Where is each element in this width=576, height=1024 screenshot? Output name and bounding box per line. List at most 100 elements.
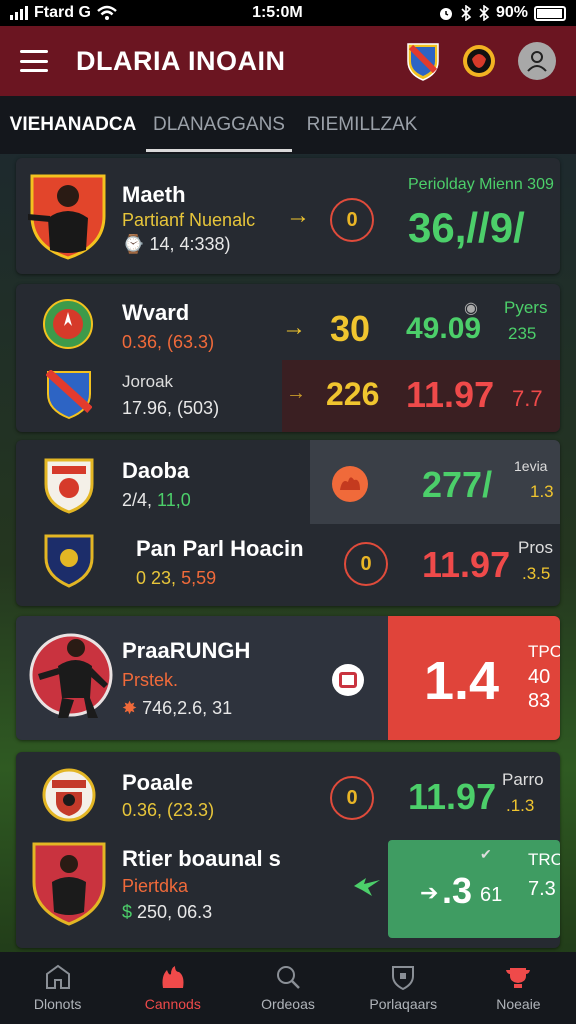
match-row[interactable]: Wvard 0.36, (63.3) → 30 49.09 ◉ Pyers 23… [16,284,560,358]
team-crest-icon [46,370,92,420]
match-card-5[interactable]: Poaale 0.36, (23.3) 0 11.97 Parro .1.3 R… [16,752,560,948]
bluetooth-icon [461,5,472,21]
bottom-nav: Dlonots Cannods Ordeoas Porlaqaars Noeai… [0,952,576,1024]
match-row[interactable]: Pan Parl Hoacin 0 23, 5,59 0 11.97 Pros … [16,524,560,606]
team-odds: 0 23, 5,59 [136,568,216,589]
home-icon [45,964,70,989]
nav-label: Cannods [144,996,201,1012]
nav-label: Porlaqaars [369,996,438,1012]
team-subtitle: Piertdka [122,876,189,896]
odds-left[interactable]: 30 [330,308,370,350]
nav-label: Noeaie [496,996,541,1012]
team-crest-icon [44,458,94,514]
match-card-2[interactable]: Wvard 0.36, (63.3) → 30 49.09 ◉ Pyers 23… [16,284,560,432]
score-badge[interactable]: 0 [330,198,374,242]
app-title: DLARIA INOAIN [76,45,286,76]
opponent-crest-icon[interactable] [462,41,496,81]
odds-b: 5,59 [181,568,217,588]
odds-header: Periolday Mienn 309 [408,176,554,193]
team-name: Joroak [122,372,174,391]
odds-left[interactable]: 226 [326,376,379,413]
odds-a: 2/4, [122,490,153,510]
nav-item-noeaie[interactable]: Noeaie [461,952,576,1024]
profile-button[interactable] [518,42,556,80]
trophy-icon [506,968,531,988]
team-odds: 0.36, (63.3) [122,332,215,352]
odds-label: 1evia [514,458,548,474]
team-crest-icon [43,299,93,349]
nav-item-cannods[interactable]: Cannods [115,952,230,1024]
match-detail-value: 250, 06.3 [137,902,213,922]
nav-item-dlonots[interactable]: Dlonots [0,952,115,1024]
team-name: PraaRUNGH [122,638,251,663]
odds-small: 83 [528,690,551,712]
team-odds: 2/4, 11,0 [122,490,191,511]
match-row[interactable]: Poaale 0.36, (23.3) 0 11.97 Parro .1.3 [16,752,560,840]
player-badge-icon [28,174,106,260]
tab-bar: VIEHANADCA DLANAGGANS RIEMILLZAK [0,96,576,154]
odds-right[interactable]: 11.97 [406,374,494,416]
odds-small: 7.3 [528,878,556,900]
tab-dlanaggans[interactable]: DLANAGGANS [146,96,292,154]
match-row[interactable]: Daoba 2/4, 11,0 277/ 1evia 1.3 [16,440,560,524]
odds-label: TRO [528,850,560,869]
odds-small: .1.3 [506,796,535,815]
odds-value[interactable]: .3 [442,870,472,912]
vibrate-icon [479,5,490,21]
odds-value[interactable]: 11.97 [422,544,510,586]
shield-icon [392,966,415,990]
fire-icon [332,466,368,502]
odds-small: 40 [528,666,551,688]
battery-icon [533,5,566,21]
match-time: ⌚ 14, 4:338) [122,234,231,255]
match-detail-value: 746,2.6, 31 [142,698,233,718]
nav-item-ordeoas[interactable]: Ordeoas [230,952,345,1024]
team-subtitle: Prstek. [122,670,179,690]
tab-viehanadca[interactable]: VIEHANADCA [0,96,146,154]
match-time-value: 14, 4:338) [149,234,231,254]
eye-icon: ◉ [464,300,478,317]
odds-a: 0 23, [136,568,177,588]
app-bar: DLARIA INOAIN [0,26,576,96]
user-icon [527,51,547,72]
team-name: Pan Parl Hoacin [136,536,304,561]
odds-label: TPO [528,642,560,661]
team-subtitle: Partianf Nuenalc [122,210,256,230]
team-name: Maeth [122,182,186,207]
odds-value[interactable]: 11.97 [408,776,496,818]
match-card-1[interactable]: Maeth Partianf Nuenalc ⌚ 14, 4:338) → 0 … [16,158,560,274]
arrow-right-icon: → [286,382,306,404]
score-badge[interactable]: 0 [344,542,388,586]
arrow-right-icon: → [286,202,310,229]
club-crest-icon[interactable] [406,41,440,81]
match-detail: ✸ 746,2.6, 31 [122,698,232,719]
odds-value[interactable]: 1.4 [424,650,499,712]
match-row[interactable]: Rtier boaunal s Piertdka $ 250, 06.3 ➔ .… [16,840,560,948]
money-icon: $ [122,902,133,922]
team-crest-icon [42,768,96,822]
match-card-4[interactable]: PraaRUNGH Prstek. ✸ 746,2.6, 31 1.4 TPO … [16,616,560,740]
odds-small: 7.7 [512,386,543,411]
odds-b: 11,0 [157,490,191,510]
odds-small: .3.5 [522,564,551,583]
arrow-right-icon: ➔ [420,880,439,905]
battery-percent: 90% [495,4,528,21]
odds-value[interactable]: 36,//9/ [408,204,525,252]
player-badge-icon [29,633,113,718]
odds-value[interactable]: 277/ [422,464,492,506]
player-badge-icon [32,842,106,926]
odds-small: 235 [508,324,537,343]
nav-label: Ordeoas [261,996,315,1012]
menu-button[interactable] [20,50,48,72]
alarm-icon [439,8,452,20]
nav-item-porlaqaars[interactable]: Porlaqaars [346,952,461,1024]
team-name: Daoba [122,458,190,483]
odds-label: Parro [502,770,544,789]
match-row[interactable]: Joroak 17.96, (503) → 226 11.97 7.7 [16,358,560,432]
score-badge[interactable]: 0 [330,776,374,820]
team-name: Rtier boaunal s [122,846,281,871]
team-name: Poaale [122,770,193,795]
tab-riemillzak[interactable]: RIEMILLZAK [292,96,432,154]
match-card-3[interactable]: Daoba 2/4, 11,0 277/ 1evia 1.3 Pan Parl … [16,440,560,606]
team-name: Wvard [122,300,190,325]
